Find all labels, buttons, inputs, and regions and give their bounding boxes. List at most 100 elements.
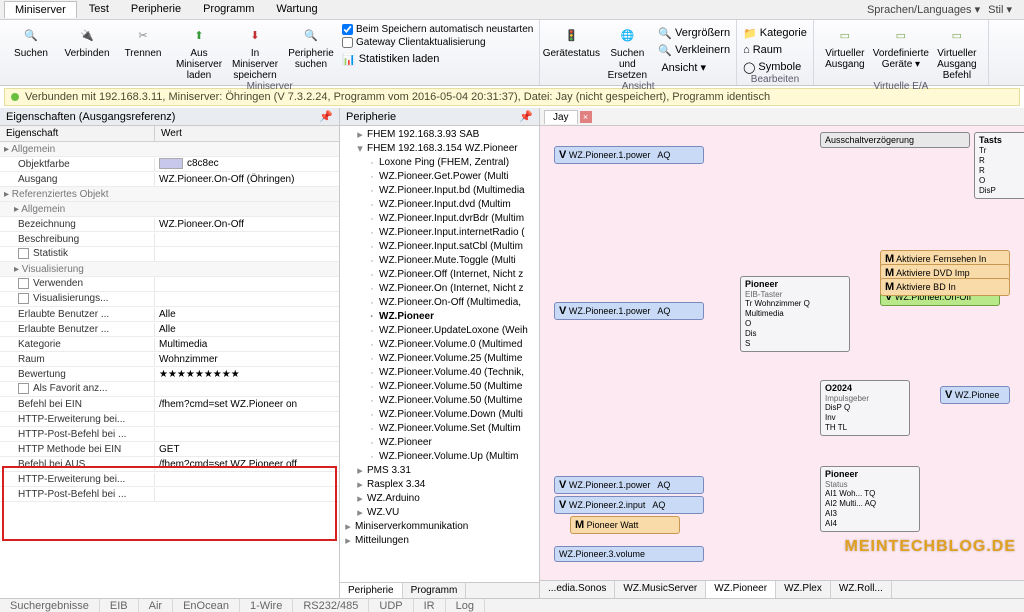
property-row[interactable]: AusgangWZ.Pioneer.On-Off (Öhringen)	[0, 172, 339, 187]
tree-node[interactable]: ·WZ.Pioneer.Volume.40 (Technik,	[340, 366, 539, 380]
property-row[interactable]: Erlaubte Benutzer ...Alle	[0, 307, 339, 322]
expand-icon[interactable]: ·	[368, 394, 376, 408]
expand-icon[interactable]: ·	[368, 366, 376, 380]
expand-icon[interactable]: ·	[368, 212, 376, 226]
expand-icon[interactable]: ▸	[344, 520, 352, 534]
expand-icon[interactable]: ·	[368, 170, 376, 184]
tree-node[interactable]: ▸PMS 3.31	[340, 464, 539, 478]
style-menu[interactable]: Stil ▾	[988, 3, 1012, 16]
property-row[interactable]: Befehl bei AUS/fhem?cmd=set WZ.Pioneer o…	[0, 457, 339, 472]
tree-node[interactable]: ▸Miniserverkommunikation	[340, 520, 539, 534]
tree-node[interactable]: ▸Mitteilungen	[340, 534, 539, 548]
virt-ausgang-befehl-button[interactable]: ▭VirtuellerAusgang Befehl	[932, 22, 982, 81]
expand-icon[interactable]: ·	[368, 450, 376, 464]
property-row[interactable]: Visualisierungs...	[0, 292, 339, 307]
node-watt[interactable]: M Pioneer Watt	[570, 516, 680, 534]
expand-icon[interactable]: ·	[368, 268, 376, 282]
menu-tab-programm[interactable]: Programm	[193, 1, 264, 18]
node-input[interactable]: V WZ.Pioneer.2.input AQ	[554, 496, 704, 514]
property-row[interactable]: HTTP-Post-Befehl bei ...	[0, 487, 339, 502]
property-row[interactable]: KategorieMultimedia	[0, 337, 339, 352]
program-canvas[interactable]: MEINTECHBLOG.DE AusschaltverzögerungV WZ…	[540, 126, 1024, 580]
expand-icon[interactable]: ▸	[356, 478, 364, 492]
expand-icon[interactable]: ▸	[356, 464, 364, 478]
expand-icon[interactable]: ▾	[356, 142, 364, 156]
expand-icon[interactable]: ·	[368, 156, 376, 170]
expand-icon[interactable]: ·	[368, 324, 376, 338]
expand-icon[interactable]: ·	[368, 408, 376, 422]
tree-node[interactable]: ·WZ.Pioneer.Get.Power (Multi	[340, 170, 539, 184]
ribbon-side-item[interactable]: Ansicht ▾	[658, 58, 730, 74]
footer-tab[interactable]: UDP	[369, 599, 413, 612]
expand-icon[interactable]: ·	[368, 352, 376, 366]
property-row[interactable]: Objektfarbec8c8ec	[0, 157, 339, 172]
property-group[interactable]: ▸ Allgemein	[0, 142, 339, 157]
ribbon-checkbox[interactable]: Beim Speichern automatisch neustarten	[342, 24, 533, 35]
tree-node[interactable]: ·WZ.Pioneer.Volume.50 (Multime	[340, 380, 539, 394]
close-icon[interactable]: ×	[580, 111, 592, 123]
expand-icon[interactable]: ▸	[356, 492, 364, 506]
expand-icon[interactable]: ·	[368, 282, 376, 296]
node-power-1[interactable]: V WZ.Pioneer.1.power AQ	[554, 146, 704, 164]
property-row[interactable]: RaumWohnzimmer	[0, 352, 339, 367]
ribbon-side-item[interactable]: 🔍 Verkleinern	[658, 41, 730, 57]
page-tab[interactable]: WZ.Plex	[776, 581, 831, 598]
in-miniserver-speichern-button[interactable]: ⬇In Miniserverspeichern	[230, 22, 280, 81]
property-group[interactable]: ▸ Allgemein	[0, 202, 339, 217]
tree-node[interactable]: ·Loxone Ping (FHEM, Zentral)	[340, 156, 539, 170]
ribbon-side-item[interactable]: ⌂ Raum	[743, 41, 807, 57]
property-group[interactable]: ▸ Referenziertes Objekt	[0, 187, 339, 202]
tree-node[interactable]: ·WZ.Pioneer.On-Off (Multimedia,	[340, 296, 539, 310]
peripherie-suchen-button[interactable]: 🔍Peripheriesuchen	[286, 22, 336, 70]
expand-icon[interactable]: ·	[368, 422, 376, 436]
tree-node[interactable]: ·WZ.Pioneer.Volume.0 (Multimed	[340, 338, 539, 352]
tree-node[interactable]: ·WZ.Pioneer.Volume.25 (Multime	[340, 352, 539, 366]
ribbon-side-item[interactable]: 🔍 Vergrößern	[658, 24, 730, 40]
footer-tab[interactable]: Air	[139, 599, 173, 612]
node-status[interactable]: PioneerStatusAI1 Woh... TQAI2 Multi... A…	[820, 466, 920, 532]
expand-icon[interactable]: ·	[368, 338, 376, 352]
statistiken-laden-button[interactable]: 📊 Statistiken laden	[342, 50, 533, 66]
tree-node[interactable]: ·WZ.Pioneer.Volume.Down (Multi	[340, 408, 539, 422]
footer-tab[interactable]: RS232/485	[293, 599, 369, 612]
ribbon-checkbox[interactable]: Gateway Clientaktualisierung	[342, 37, 533, 48]
property-row[interactable]: HTTP-Erweiterung bei...	[0, 412, 339, 427]
vordef-geraete-button[interactable]: ▭VordefinierteGeräte ▾	[876, 22, 926, 70]
tree-node[interactable]: ·WZ.Pioneer.On (Internet, Nicht z	[340, 282, 539, 296]
footer-tab[interactable]: Log	[446, 599, 485, 612]
page-tab[interactable]: ...edia.Sonos	[540, 581, 615, 598]
property-row[interactable]: Erlaubte Benutzer ...Alle	[0, 322, 339, 337]
footer-tab[interactable]: EnOcean	[173, 599, 240, 612]
canvas-tab[interactable]: Jay	[544, 110, 578, 124]
tree-tab[interactable]: Peripherie	[340, 583, 403, 598]
tree-node[interactable]: ·WZ.Pioneer.Input.dvd (Multim	[340, 198, 539, 212]
node-power-2[interactable]: V WZ.Pioneer.1.power AQ	[554, 302, 704, 320]
page-tab[interactable]: WZ.Roll...	[831, 581, 892, 598]
expand-icon[interactable]: ·	[368, 380, 376, 394]
expand-icon[interactable]: ·	[368, 254, 376, 268]
expand-icon[interactable]: ·	[368, 184, 376, 198]
menu-tab-test[interactable]: Test	[79, 1, 119, 18]
pin-icon[interactable]: 📌	[319, 110, 333, 123]
tree-node[interactable]: ·WZ.Pioneer.Input.satCbl (Multim	[340, 240, 539, 254]
property-row[interactable]: Befehl bei EIN/fhem?cmd=set WZ.Pioneer o…	[0, 397, 339, 412]
node-power-3[interactable]: V WZ.Pioneer.1.power AQ	[554, 476, 704, 494]
property-row[interactable]: Statistik	[0, 247, 339, 262]
property-row[interactable]: Bewertung★★★★★★★★★	[0, 367, 339, 382]
virt-ausgang-button[interactable]: ▭VirtuellerAusgang	[820, 22, 870, 70]
tree-node[interactable]: ·WZ.Pioneer	[340, 436, 539, 450]
tree-tab[interactable]: Programm	[403, 583, 467, 598]
geraetestatus-button[interactable]: 🚦Gerätestatus	[546, 22, 596, 59]
tree-node[interactable]: ▸FHEM 192.168.3.93 SAB	[340, 128, 539, 142]
tree-node[interactable]: ▸WZ.VU	[340, 506, 539, 520]
footer-tab[interactable]: Suchergebnisse	[0, 599, 100, 612]
node-side[interactable]: TastsTrRRODisP	[974, 132, 1024, 199]
ribbon-side-item[interactable]: ◯ Symbole	[743, 58, 807, 74]
property-row[interactable]: Beschreibung	[0, 232, 339, 247]
menu-tab-wartung[interactable]: Wartung	[266, 1, 327, 18]
expand-icon[interactable]: ·	[368, 310, 376, 324]
expand-icon[interactable]: ·	[368, 296, 376, 310]
footer-tab[interactable]: IR	[414, 599, 446, 612]
lang-menu[interactable]: Sprachen/Languages ▾	[867, 3, 980, 16]
property-group[interactable]: ▸ Visualisierung	[0, 262, 339, 277]
